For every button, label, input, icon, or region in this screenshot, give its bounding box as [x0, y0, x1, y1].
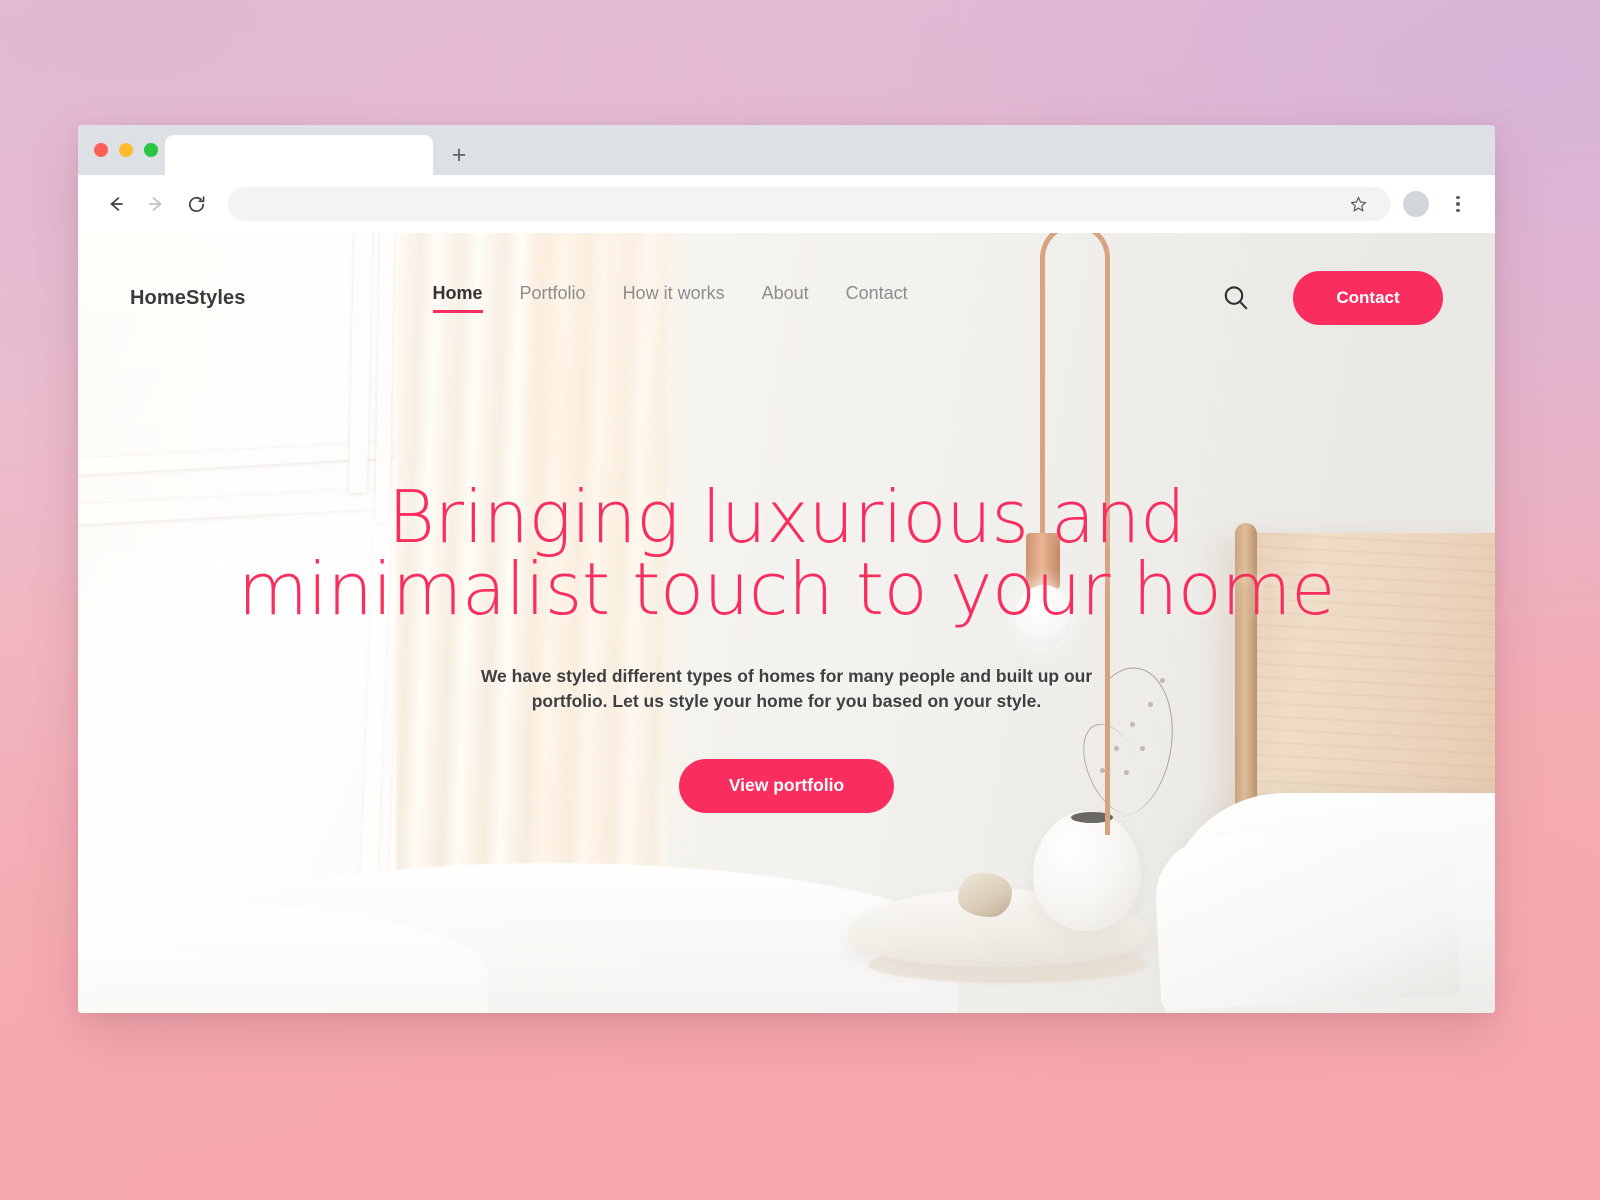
toolbar-right-actions [1397, 185, 1477, 223]
forward-button[interactable] [136, 184, 176, 224]
search-button[interactable] [1219, 281, 1253, 315]
browser-tab[interactable] [165, 135, 433, 175]
site-header: HomeStyles Home Portfolio How it works A… [78, 233, 1495, 363]
avatar-icon [1403, 191, 1429, 217]
close-window-button[interactable] [94, 143, 108, 157]
view-portfolio-button[interactable]: View portfolio [679, 758, 894, 813]
bookmark-button[interactable] [1339, 185, 1377, 223]
star-icon [1350, 196, 1366, 211]
nav-item-how-it-works[interactable]: How it works [623, 283, 725, 313]
profile-button[interactable] [1397, 185, 1435, 223]
nav-item-about[interactable]: About [762, 283, 809, 313]
site-logo[interactable]: HomeStyles [130, 287, 246, 310]
address-input[interactable] [242, 196, 1339, 212]
reload-icon [188, 195, 204, 212]
nav-item-home[interactable]: Home [432, 283, 483, 313]
arrow-right-icon [149, 197, 162, 211]
hero-headline: Bringing luxurious and minimalist touch … [78, 481, 1495, 625]
address-bar[interactable] [228, 187, 1391, 221]
hero-section: Bringing luxurious and minimalist touch … [78, 481, 1495, 813]
hero-headline-line1: Bringing luxurious and [387, 475, 1186, 559]
page-viewport: HomeStyles Home Portfolio How it works A… [78, 233, 1495, 1013]
main-navigation: Home Portfolio How it works About Contac… [432, 283, 908, 313]
browser-tab-strip: + [78, 125, 1495, 175]
three-dot-menu-icon [1456, 195, 1460, 213]
hero-subtitle-line1: We have styled different types of homes … [480, 666, 1093, 686]
browser-window: + HomeStyles Home Portfolio How it works… [78, 125, 1495, 1013]
nav-item-portfolio[interactable]: Portfolio [520, 283, 586, 313]
arrow-left-icon [110, 197, 123, 211]
reload-button[interactable] [176, 184, 216, 224]
search-icon [1224, 286, 1248, 310]
hero-subtitle-line2: portfolio. Let us style your home for yo… [531, 691, 1042, 712]
hero-subtitle: We have styled different types of homes … [78, 664, 1495, 715]
hero-headline-line2: minimalist touch to your home [237, 547, 1336, 631]
new-tab-button[interactable]: + [433, 135, 485, 175]
back-button[interactable] [96, 184, 136, 224]
contact-button[interactable]: Contact [1293, 271, 1443, 325]
maximize-window-button[interactable] [144, 143, 158, 157]
browser-menu-button[interactable] [1439, 185, 1477, 223]
nav-item-contact[interactable]: Contact [846, 283, 908, 313]
browser-toolbar [78, 175, 1495, 233]
header-actions: Contact [1219, 271, 1443, 325]
minimize-window-button[interactable] [119, 143, 133, 157]
window-traffic-lights [94, 125, 158, 175]
